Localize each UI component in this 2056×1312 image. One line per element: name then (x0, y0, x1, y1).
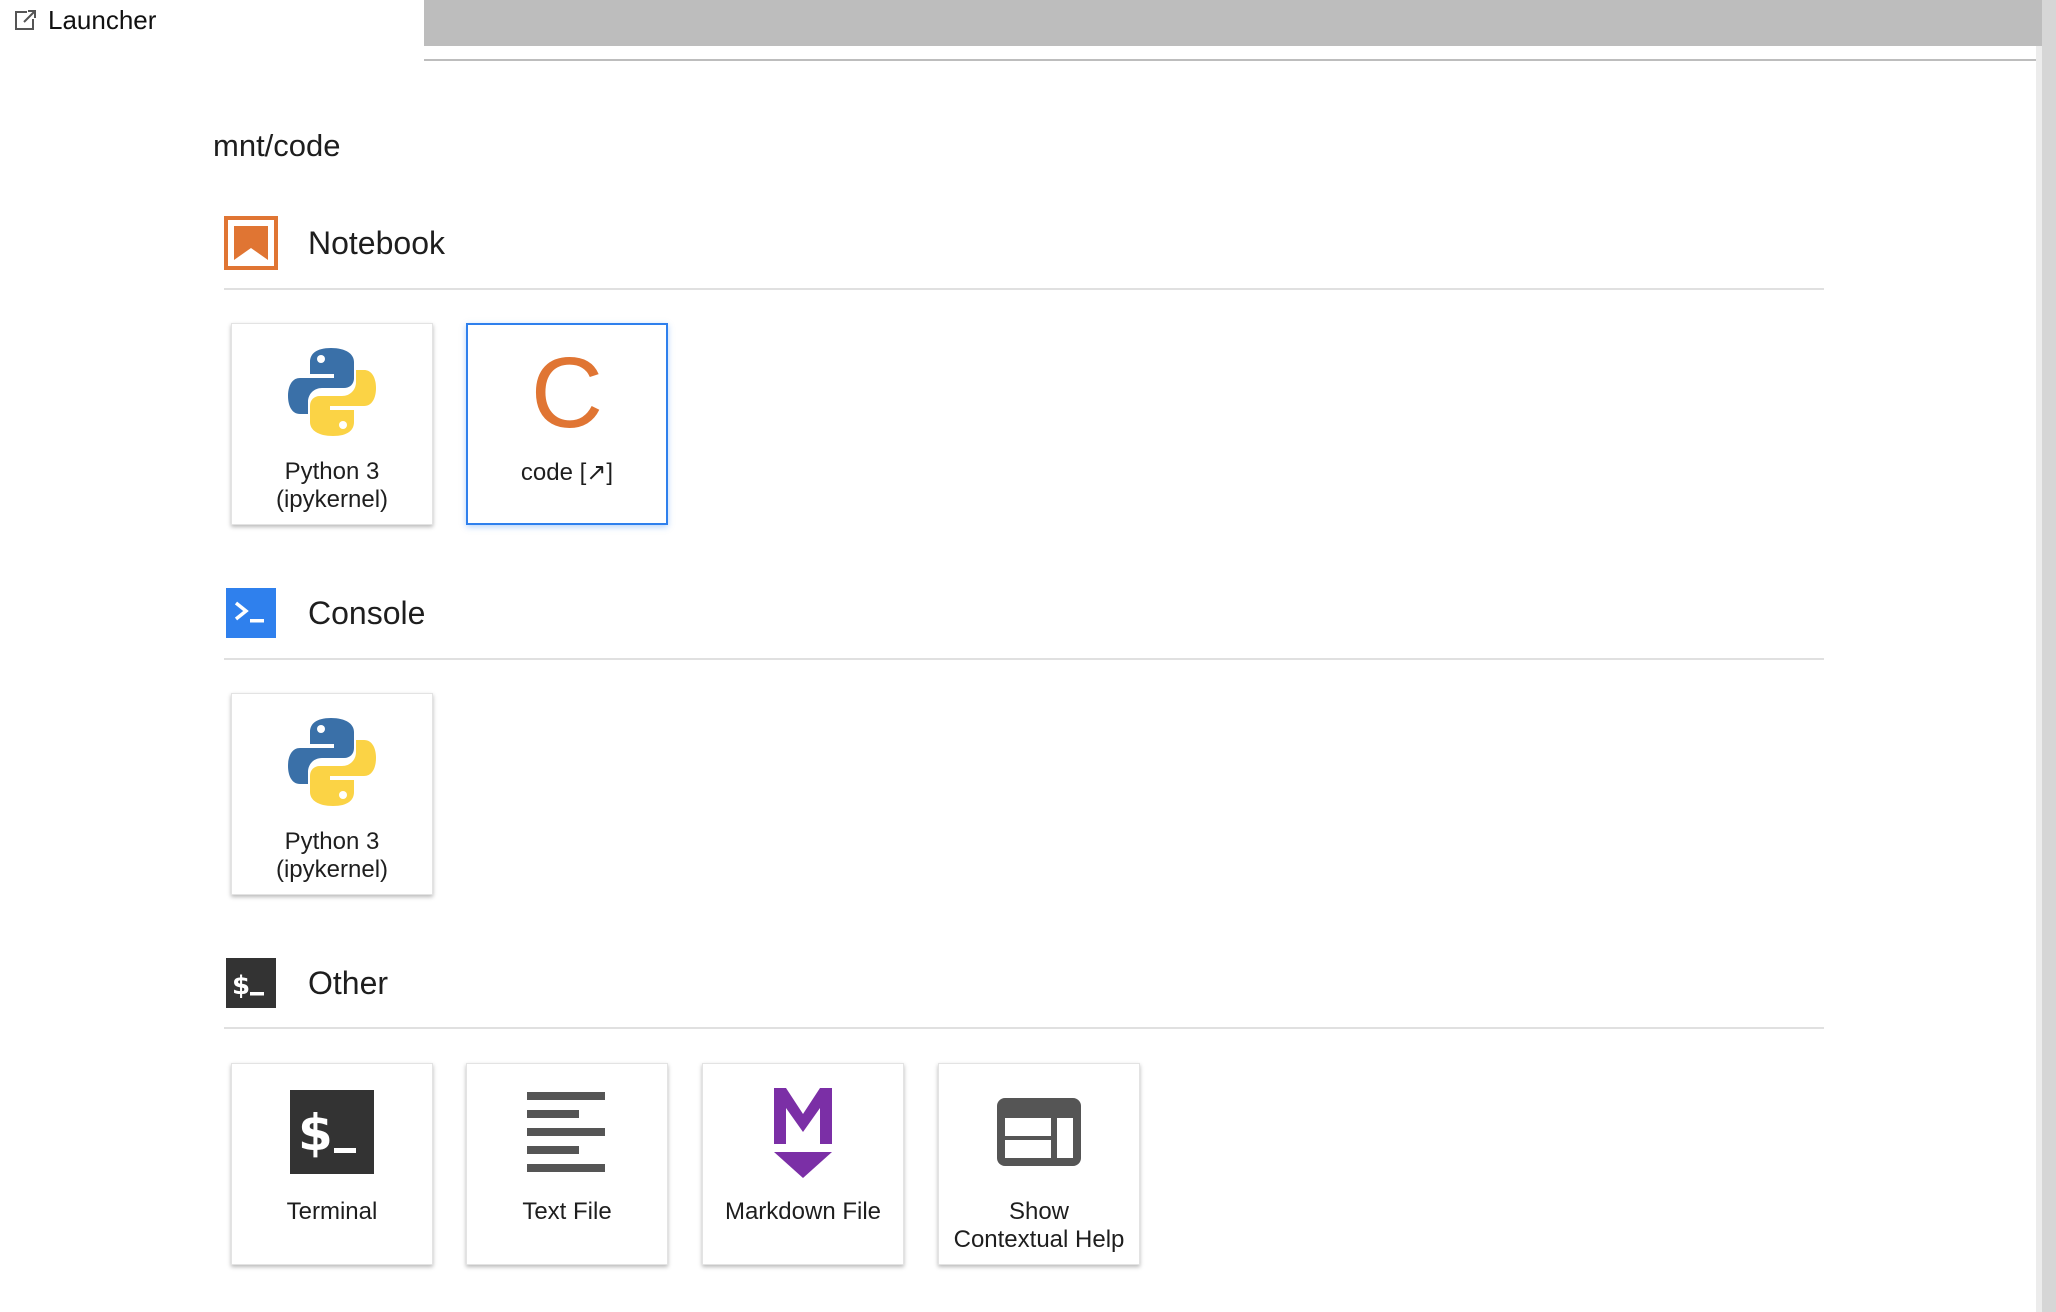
tab-label: Launcher (48, 4, 157, 35)
tab-launcher[interactable]: Launcher (0, 0, 424, 60)
card-label: Show Contextual Help (943, 1198, 1135, 1254)
card-label: Python 3 (ipykernel) (236, 828, 428, 884)
card-label-line1: Python 3 (284, 828, 380, 855)
contextual-help-icon (939, 1086, 1139, 1178)
svg-text:$: $ (232, 971, 250, 1001)
card-label-line1: Terminal (286, 1198, 378, 1225)
jupyter-launcher-window: Launcher mnt/code Notebook Python 3 (ipy… (0, 0, 2056, 1312)
card-label-line1: Python 3 (284, 458, 380, 485)
card-label: Terminal (236, 1198, 428, 1226)
card-label: Text File (471, 1198, 663, 1226)
svg-text:$: $ (298, 1104, 333, 1162)
card-label-line2: Contextual Help (953, 1226, 1125, 1253)
section-title-notebook: Notebook (308, 224, 445, 261)
launcher-icon (14, 8, 38, 32)
section-header-console: Console (224, 583, 1824, 643)
section-divider-notebook (224, 288, 1824, 290)
console-icon (224, 586, 278, 640)
terminal-icon: $ (232, 1086, 432, 1178)
tab-bar-divider (424, 59, 2042, 61)
card-label-line2: (ipykernel) (275, 486, 389, 513)
card-notebook-code[interactable]: C code [↗] (466, 323, 668, 525)
markdown-icon (703, 1086, 903, 1178)
card-notebook-python3[interactable]: Python 3 (ipykernel) (231, 323, 433, 525)
python-logo-icon (232, 716, 432, 808)
card-label: Markdown File (707, 1198, 899, 1226)
card-label-line1: Markdown File (724, 1198, 882, 1225)
card-label-line1: Text File (522, 1198, 612, 1225)
section-title-console: Console (308, 594, 426, 631)
card-label: code [↗] (472, 459, 662, 487)
text-file-icon (467, 1086, 667, 1178)
letter-c-glyph: C (530, 337, 604, 449)
notebook-icon (224, 216, 278, 270)
card-terminal[interactable]: $ Terminal (231, 1063, 433, 1265)
card-label: Python 3 (ipykernel) (236, 458, 428, 514)
section-title-other: Other (308, 964, 389, 1001)
section-divider-console (224, 658, 1824, 660)
card-text-file[interactable]: Text File (466, 1063, 668, 1265)
card-label-line2: (ipykernel) (275, 856, 389, 883)
terminal-section-icon: $ (224, 956, 278, 1010)
card-label-line1: Show (1008, 1198, 1070, 1225)
section-header-notebook: Notebook (224, 213, 1824, 273)
card-label-line1: code [↗] (520, 459, 614, 486)
vertical-scrollbar[interactable] (2042, 0, 2056, 1312)
card-markdown-file[interactable]: Markdown File (702, 1063, 904, 1265)
card-contextual-help[interactable]: Show Contextual Help (938, 1063, 1140, 1265)
python-logo-icon (232, 346, 432, 438)
letter-c-icon: C (468, 343, 666, 443)
section-divider-other (224, 1027, 1824, 1029)
card-console-python3[interactable]: Python 3 (ipykernel) (231, 693, 433, 895)
section-header-other: $ Other (224, 953, 1824, 1013)
current-directory: mnt/code (213, 128, 341, 163)
